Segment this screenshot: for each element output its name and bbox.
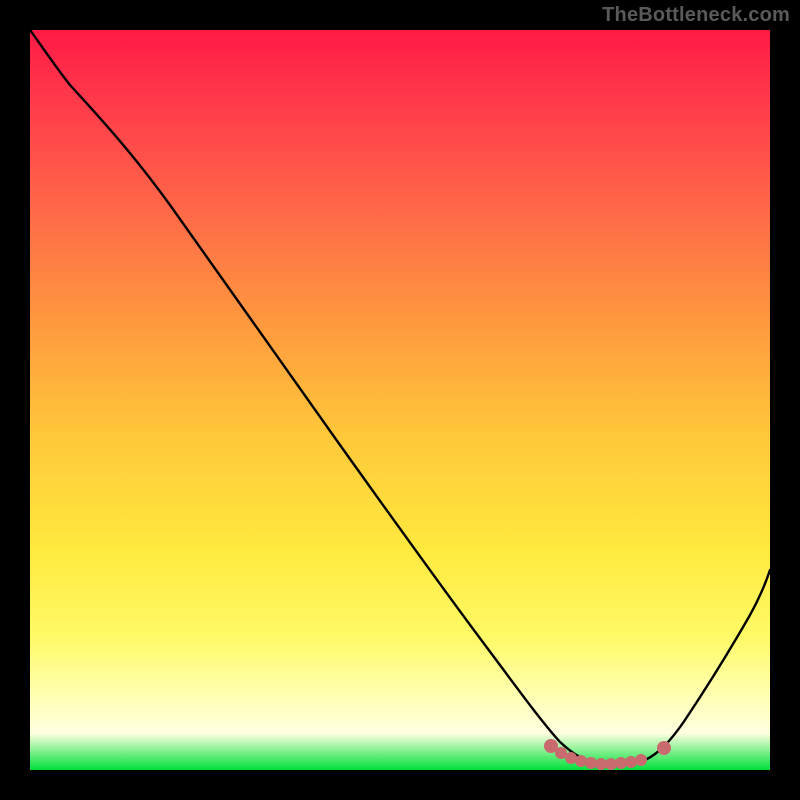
bottleneck-curve (30, 30, 770, 770)
curve-path (30, 30, 770, 764)
attribution-text: TheBottleneck.com (602, 4, 790, 27)
marker-cluster-dot (635, 754, 647, 766)
chart-frame: TheBottleneck.com (0, 0, 800, 800)
plot-area (30, 30, 770, 770)
marker-isolated-dot (657, 741, 671, 755)
